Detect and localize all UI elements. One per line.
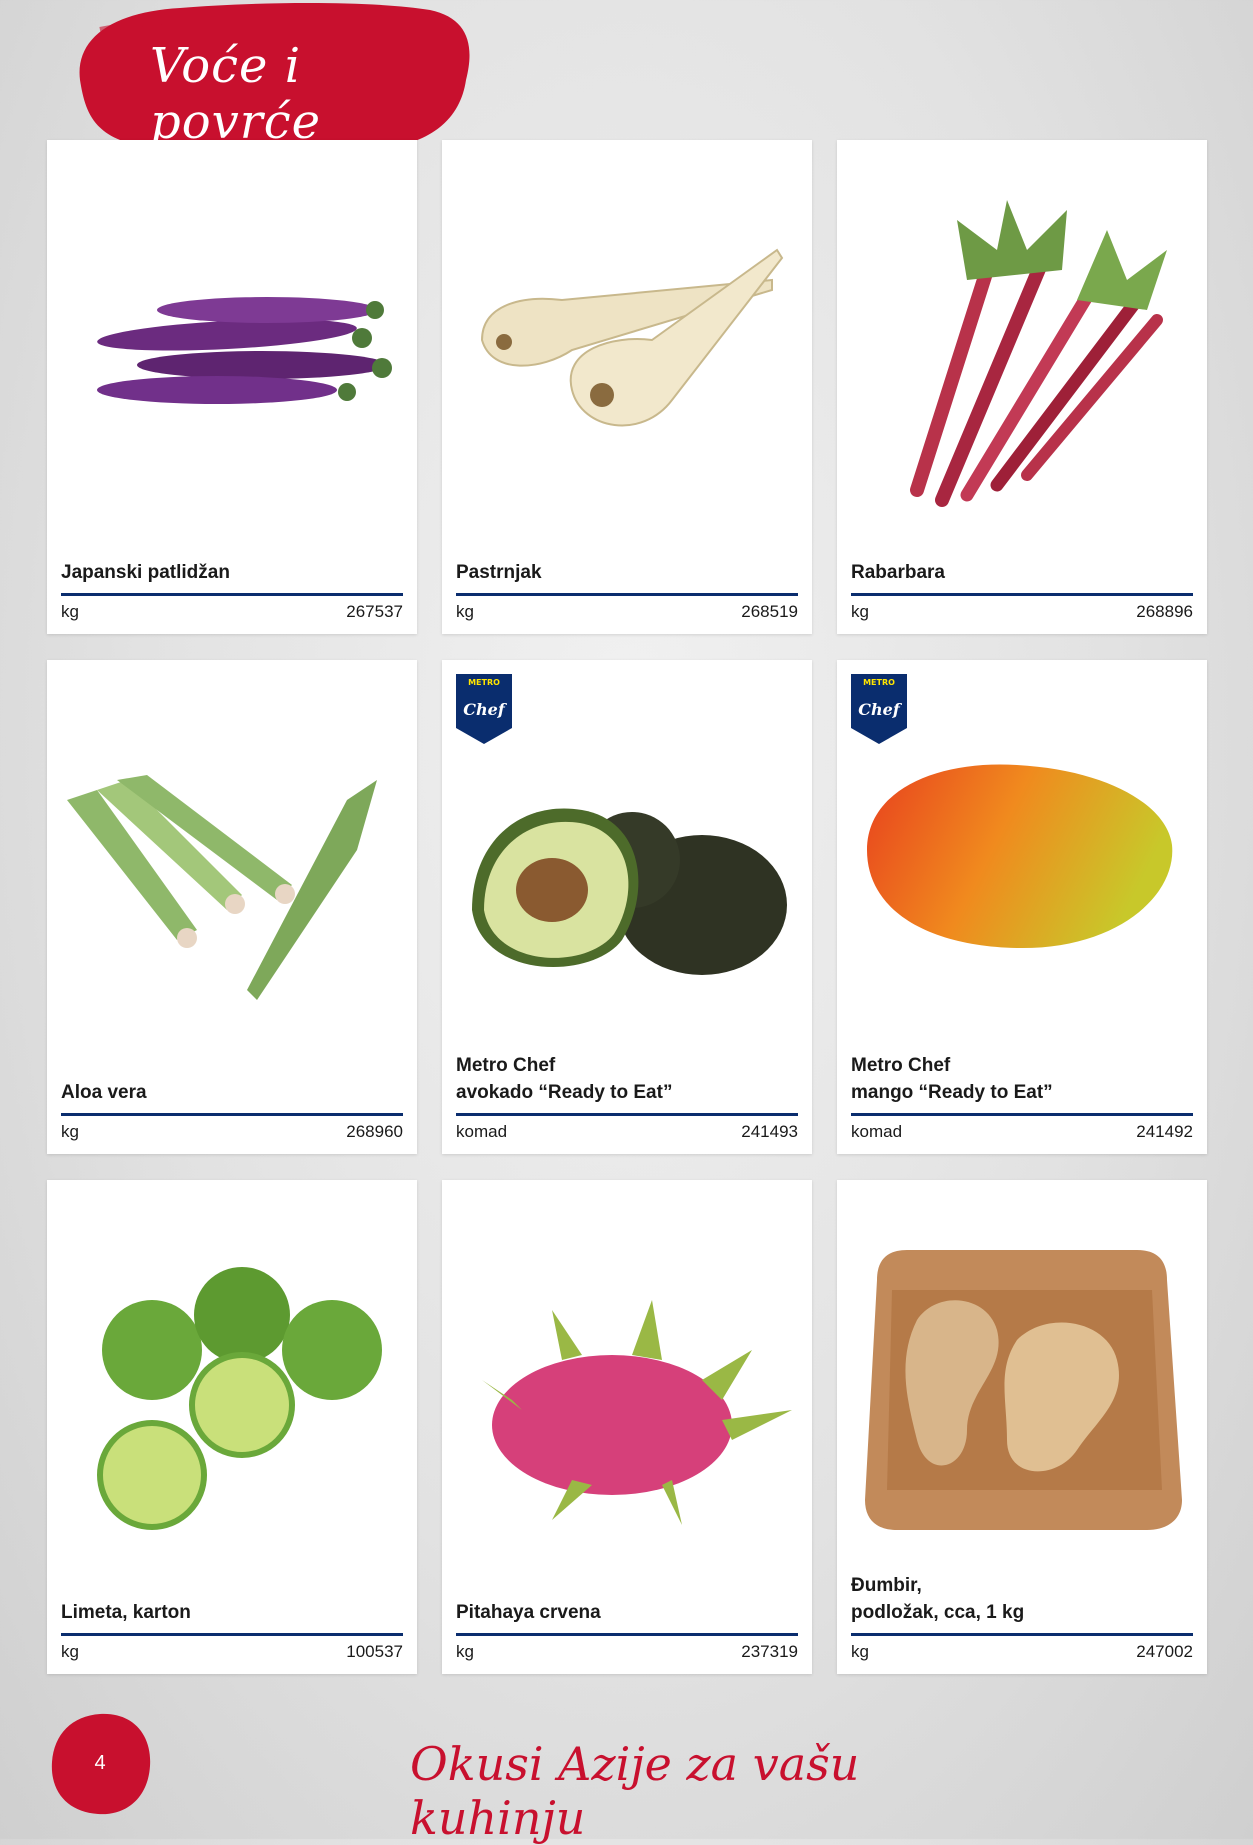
section-title: Voće i povrće [150,38,321,150]
product-card: Japanski patlidžan kg 267537 [47,140,417,634]
badge-chef-label: Chef [463,700,505,719]
divider [61,1633,403,1636]
product-code: 268519 [741,602,798,621]
product-code: 237319 [741,1642,798,1661]
product-name: Pastrnjak [456,562,542,583]
badge-chef-label: Chef [858,700,900,719]
product-name: Rabarbara [851,562,945,583]
product-card: Pastrnjak kg 268519 [442,140,812,634]
divider [456,593,798,596]
divider [456,1113,798,1116]
aloe-vera-icon [67,775,377,1000]
product-card: Limeta, karton kg 100537 [47,1180,417,1674]
product-name: Metro Chef avokado “Ready to Eat” [456,1055,673,1103]
product-code: 241493 [741,1122,798,1141]
product-card: Aloa vera kg 268960 [47,660,417,1154]
product-name: Pitahaya crvena [456,1602,601,1623]
dragon-fruit-icon [482,1300,792,1525]
badge-metro-label: METRO [863,678,895,687]
divider [851,593,1193,596]
product-card: Pitahaya crvena kg 237319 [442,1180,812,1674]
product-unit: kg [61,602,79,621]
divider [61,1113,403,1116]
product-code: 268960 [346,1122,403,1141]
product-code: 241492 [1136,1122,1193,1141]
product-unit: komad [851,1122,903,1141]
product-code: 100537 [346,1642,403,1661]
product-code: 247002 [1136,1642,1193,1661]
page-number: 4 [94,1752,106,1774]
product-name: Metro Chef mango “Ready to Eat” [851,1055,1053,1103]
product-unit: komad [456,1122,508,1141]
eggplant-icon [97,297,392,404]
product-unit: kg [61,1122,79,1141]
metro-chef-badge: METRO Chef [851,674,907,744]
divider [61,593,403,596]
product-name: Limeta, karton [61,1602,191,1623]
product-name: Đumbir, podložak, cca, 1 kg [851,1575,1025,1623]
catalog-page: Voće i povrće Japanski patlidžan kg 2675… [0,0,1253,1845]
product-unit: kg [851,602,869,621]
product-name: Aloa vera [61,1082,147,1103]
product-card: Đumbir, podložak, cca, 1 kg kg 247002 [837,1180,1207,1674]
rhubarb-icon [910,200,1167,507]
product-unit: kg [456,1642,474,1661]
product-name: Japanski patlidžan [61,562,230,583]
product-card: METRO Chef Metro Chef avokado “Ready to … [442,660,812,1154]
ginger-tray-icon [865,1250,1182,1530]
footer-slogan: Okusi Azije za vašu kuhinju [410,1737,860,1845]
metro-chef-badge: METRO Chef [456,674,512,744]
divider [851,1113,1193,1116]
parsnip-icon [480,248,784,427]
product-unit: kg [456,602,474,621]
divider [851,1633,1193,1636]
divider [456,1633,798,1636]
product-card: Rabarbara kg 268896 [837,140,1207,634]
product-code: 267537 [346,602,403,621]
lime-icon [97,1267,382,1530]
product-unit: kg [851,1642,869,1661]
product-code: 268896 [1136,602,1193,621]
badge-metro-label: METRO [468,678,500,687]
product-unit: kg [61,1642,79,1661]
product-card: METRO Chef Metro Chef mango “Ready to Ea… [837,660,1207,1154]
